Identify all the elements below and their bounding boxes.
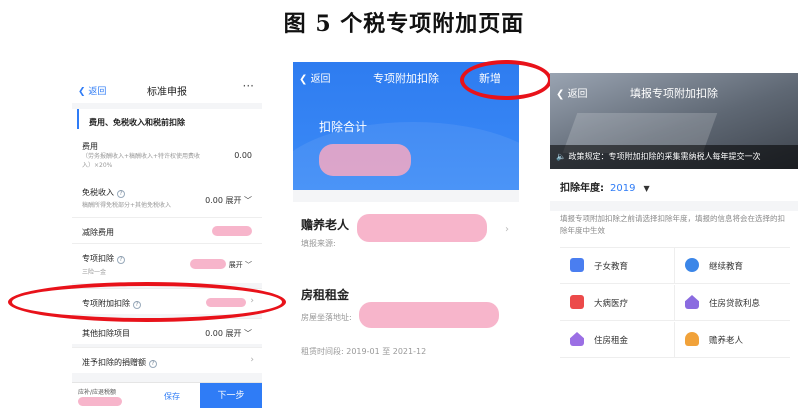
redacted-value [212,226,252,236]
house-rent-card[interactable]: 房租租金 房屋坐落地址: 租赁时间段: 2019-01 至 2021-12 [293,270,519,400]
other-deduction-value[interactable]: 0.00 展开 ﹀ [205,328,252,339]
redacted-value [190,259,226,269]
expense-section: 费用、免税收入和税前扣除 费用 （劳务报酬收入+稿酬收入+特许权使用费收入）×2… [72,109,262,227]
category-housing-loan-interest[interactable]: 住房贷款利息 [675,285,790,321]
elderly-support-card[interactable]: 赡养老人 填报来源: › [293,202,519,258]
page-title: 标准申报 [147,87,187,98]
other-deduction-row[interactable]: 其他扣除项目 0.00 展开 ﹀ [72,318,262,344]
card-title: 房租租金 [301,288,350,302]
reduce-expense-row: 减除费用 [72,217,262,243]
category-continuing-education[interactable]: 继续教育 [675,248,790,284]
expense-formula: （劳务报酬收入+稿酬收入+特许权使用费收入）×20% [82,153,201,169]
tax-free-label[interactable]: 免税收入? [82,187,125,198]
special-deduction-expand[interactable]: 展开 ﹀ [229,260,252,270]
chevron-right-icon: › [250,355,254,365]
category-label: 继续教育 [709,262,744,272]
figure-title: 图 5 个税专项附加页面 [283,11,525,37]
rental-period: 租赁时间段: 2019-01 至 2021-12 [301,347,427,356]
tax-free-sub: 稿酬所得免税部分+其他免税收入 [82,202,172,209]
special-deduction-label: 专项扣除? [82,253,125,264]
category-serious-illness[interactable]: 大病医疗 [560,285,675,321]
card-address-label: 房屋坐落地址: [301,313,352,322]
more-menu-icon[interactable]: ··· [243,79,254,93]
chevron-right-icon: › [505,224,509,235]
refund-label: 应补/应退税额 [78,389,117,396]
redacted-info [359,302,499,328]
highlight-circle [460,60,552,100]
category-label: 住房租金 [594,336,629,346]
category-label: 子女教育 [594,262,629,272]
graduation-cap-icon [685,258,699,272]
chevron-down-icon: ﹀ [245,261,252,269]
books-icon [570,258,584,272]
next-step-button[interactable]: 下一步 [200,383,262,408]
category-label: 大病医疗 [594,299,629,309]
redacted-info [357,214,487,242]
separator [550,201,798,211]
save-button[interactable]: 保存 [164,391,180,402]
tax-free-value[interactable]: 0.00 展开 ﹀ [205,195,252,206]
special-deduction-row[interactable]: 专项扣除? 三险一金 展开 ﹀ [72,243,262,283]
nav-bar: ❮ 返回 标准申报 ··· [72,75,262,103]
category-label: 赡养老人 [709,336,744,346]
fill-special-deduction-screen: ❮ 返回 填报专项附加扣除 🔈 政策规定：专项附加扣除的采集需纳税人每年提交一次… [550,73,798,408]
help-icon[interactable]: ? [149,360,157,368]
special-additional-deduction-screen: ❮ 返回 专项附加扣除 新增 扣除合计 赡养老人 填报来源: › 房租租金 房屋… [293,62,519,408]
standard-declaration-screen: ❮ 返回 标准申报 ··· 费用、免税收入和税前扣除 费用 （劳务报酬收入+稿酬… [72,75,262,408]
speaker-icon: 🔈 [556,152,566,161]
category-label: 住房贷款利息 [709,299,761,309]
help-icon[interactable]: ? [117,256,125,264]
year-value: 2019 [610,183,636,194]
expense-value: 0.00 [234,151,252,160]
reduce-expense-label: 减除费用 [82,228,114,237]
donation-label: 准予扣除的捐赠额? [82,357,157,368]
deduction-category-grid: 子女教育 继续教育 大病医疗 住房贷款利息 住房租金 赡养老人 [560,247,790,397]
hint-text: 填报专项附加扣除之前请选择扣除年度，填报的信息将会在选择的扣除年度中生效 [560,214,785,235]
category-elderly-support[interactable]: 赡养老人 [675,322,790,358]
category-child-education[interactable]: 子女教育 [560,248,675,284]
donation-row[interactable]: 准予扣除的捐赠额? › [72,347,262,373]
chevron-down-icon: ﹀ [244,329,252,338]
chevron-down-icon: ﹀ [244,196,252,205]
expense-label: 费用 [82,142,98,151]
dropdown-arrow-icon: ▼ [643,184,650,193]
elderly-person-icon [685,332,699,346]
house-loan-icon [685,295,699,309]
highlight-circle [8,282,286,322]
other-deduction-label: 其他扣除项目 [82,329,130,338]
redacted-total [319,144,411,176]
category-housing-rent[interactable]: 住房租金 [560,322,675,358]
bottom-action-bar: 应补/应退税额 保存 下一步 [72,382,262,408]
help-icon[interactable]: ? [117,190,125,198]
medical-kit-icon [570,295,584,309]
total-label: 扣除合计 [319,120,368,134]
deduction-year-selector[interactable]: 扣除年度: 2019 ▼ [560,179,650,194]
page-title: 填报专项附加扣除 [630,87,718,100]
redacted-value [78,397,122,406]
card-title: 赡养老人 [301,218,350,232]
policy-notice: 🔈 政策规定：专项附加扣除的采集需纳税人每年提交一次 [550,145,798,169]
year-label: 扣除年度: [560,183,604,194]
section-header: 费用、免税收入和税前扣除 [77,109,262,129]
house-rent-icon [570,332,584,346]
special-deduction-sub: 三险一金 [82,269,107,276]
card-source-label: 填报来源: [301,239,336,248]
